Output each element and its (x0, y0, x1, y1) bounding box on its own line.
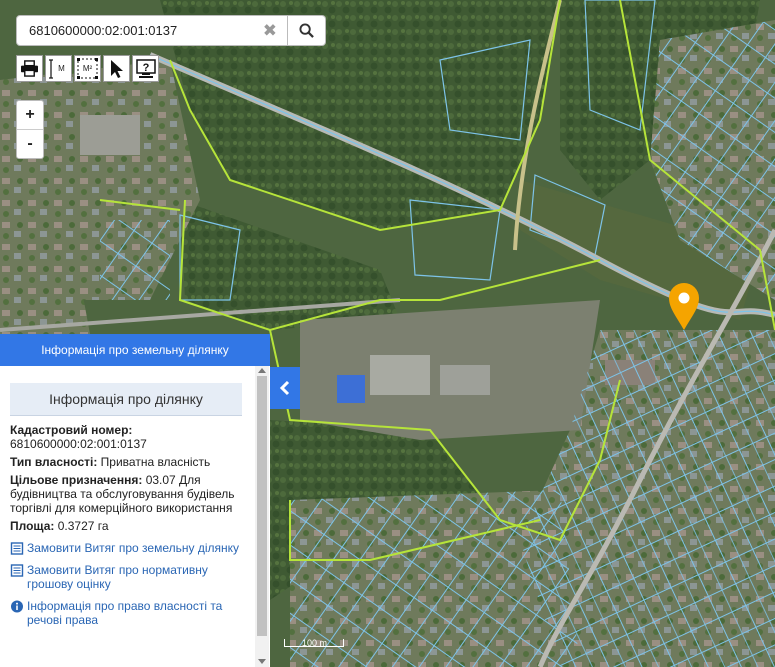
ownership-label: Тип власності: (10, 455, 98, 469)
search-bar: ✖ (16, 15, 288, 46)
purpose-label: Цільове призначення: (10, 473, 143, 487)
info-icon (11, 600, 23, 613)
scroll-down-icon[interactable] (258, 659, 266, 664)
parcel-info-panel: Інформація про ділянку Кадастровий номер… (0, 366, 270, 667)
collapse-panel-button[interactable] (270, 367, 300, 409)
area-row: Площа: 0.3727 га (10, 519, 250, 533)
panel-scrollbar[interactable] (255, 366, 269, 667)
ownership-value: Приватна власність (100, 455, 211, 469)
ruler-icon (49, 59, 53, 79)
chevron-left-icon (279, 380, 290, 396)
cadastral-label: Кадастровий номер: (10, 423, 133, 437)
search-button[interactable] (288, 15, 326, 46)
document-icon (10, 564, 24, 577)
panel-subtitle: Інформація про ділянку (10, 383, 242, 416)
parcel-details: Кадастровий номер: 6810600000:02:001:013… (10, 423, 250, 635)
zoom-out-button[interactable]: - (17, 130, 43, 158)
area-value: 0.3727 га (57, 519, 109, 533)
map-toolbar: M M² ? (16, 55, 161, 82)
ownership-rights-label: Інформація про право власності та речові… (27, 599, 223, 627)
measure-length-button[interactable]: M (45, 55, 72, 82)
order-extract-label: Замовити Витяг про земельну ділянку (27, 541, 240, 555)
measure-area-button[interactable]: M² (74, 55, 101, 82)
select-button[interactable] (103, 55, 130, 82)
close-icon[interactable]: ✖ (263, 21, 277, 41)
search-icon (299, 23, 314, 38)
print-button[interactable] (16, 55, 43, 82)
cadastral-row: Кадастровий номер: 6810600000:02:001:013… (10, 423, 250, 451)
order-valuation-link[interactable]: Замовити Витяг про нормативну грошову оц… (10, 563, 250, 591)
order-valuation-label: Замовити Витяг про нормативну грошову оц… (27, 563, 208, 591)
document-icon (10, 542, 24, 555)
ownership-rights-link[interactable]: Інформація про право власності та речові… (10, 599, 250, 627)
area-label: Площа: (10, 519, 55, 533)
zoom-in-button[interactable]: + (17, 101, 43, 130)
panel-header: Інформація про земельну ділянку (0, 334, 270, 366)
scale-label: 100 m (302, 638, 328, 648)
svg-text:?: ? (142, 62, 149, 74)
order-extract-link[interactable]: Замовити Витяг про земельну ділянку (10, 541, 250, 555)
printer-icon (21, 60, 38, 77)
zoom-control: + - (16, 100, 44, 159)
scroll-up-icon[interactable] (258, 368, 266, 373)
area-icon (77, 58, 98, 79)
help-icon: ? (135, 58, 156, 78)
cursor-icon (110, 59, 123, 78)
scale-bar: 100 m (284, 637, 344, 651)
help-button[interactable]: ? (132, 55, 159, 82)
scroll-thumb[interactable] (257, 376, 267, 636)
cadastral-value: 6810600000:02:001:0137 (10, 437, 147, 451)
purpose-row: Цільове призначення: 03.07 Для будівницт… (10, 473, 250, 515)
ownership-row: Тип власності: Приватна власність (10, 455, 250, 469)
search-input[interactable] (27, 22, 261, 39)
